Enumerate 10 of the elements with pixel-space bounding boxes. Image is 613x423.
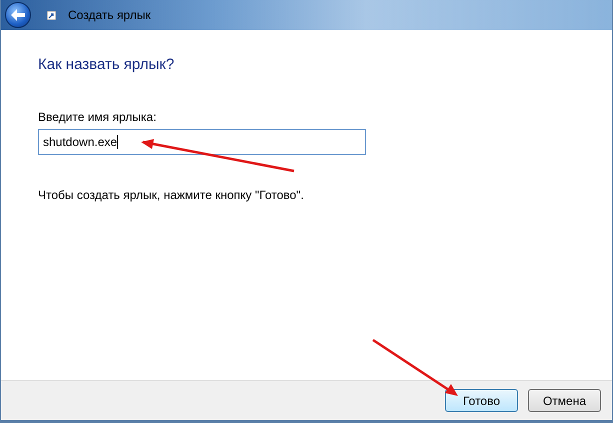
hint-text: Чтобы создать ярлык, нажмите кнопку "Готово". — [38, 186, 305, 204]
dialog-button[interactable]: Отмена — [528, 389, 601, 412]
field-label: Введите имя ярлыка: — [38, 108, 158, 126]
name-input-field[interactable]: shutdown.exe — [38, 128, 366, 154]
dialog-button[interactable]: Готово — [445, 389, 518, 412]
back-arrow-icon — [11, 9, 25, 21]
shortcut-icon — [47, 10, 56, 20]
page-heading: Как назвать ярлык? — [38, 55, 176, 75]
window-title: Создать ярлык — [68, 7, 151, 24]
back-button[interactable] — [5, 2, 31, 28]
